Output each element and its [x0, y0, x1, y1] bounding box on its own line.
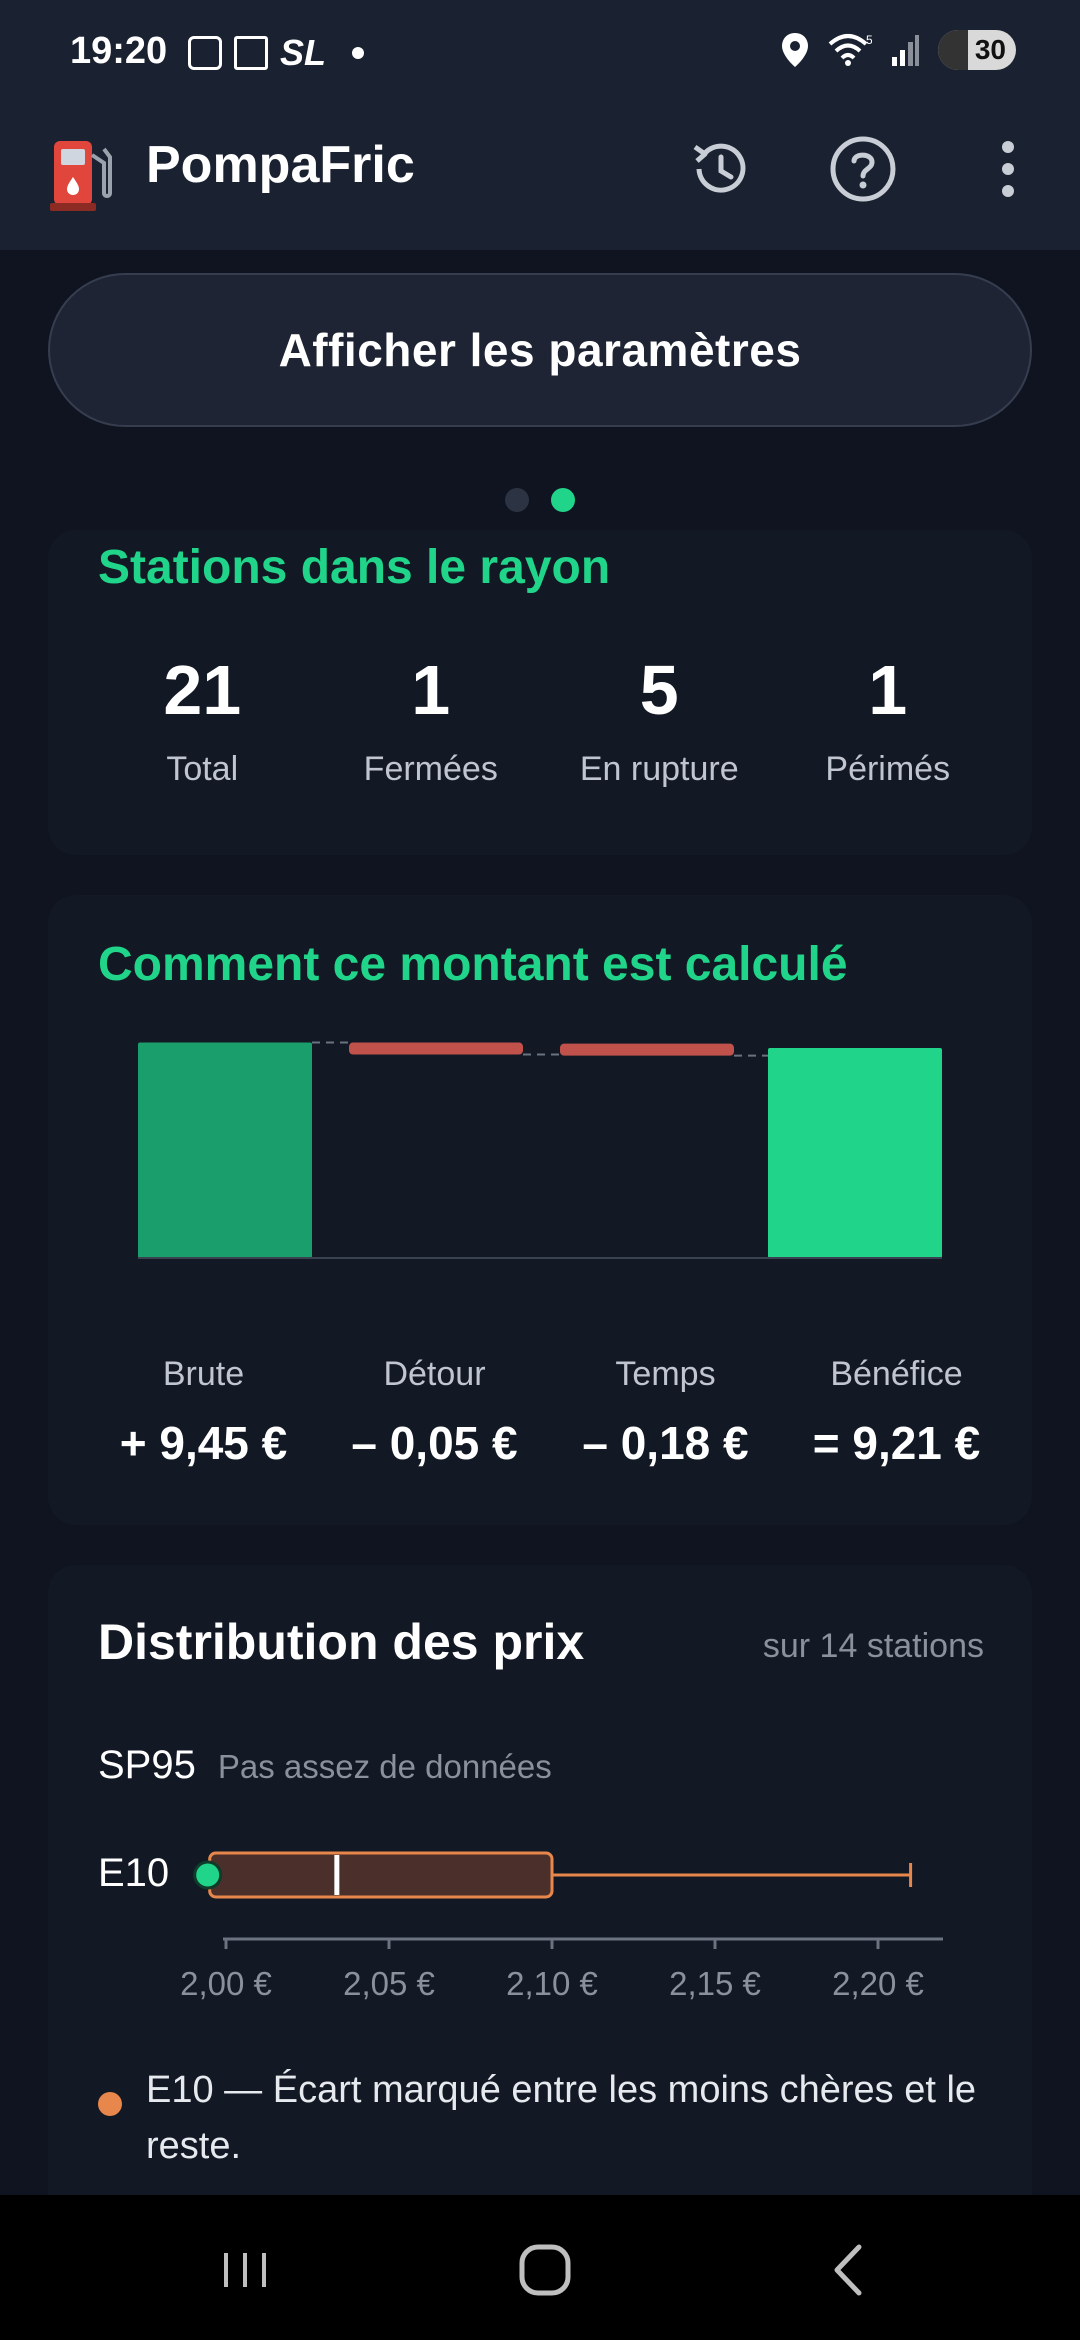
- stat-label: En rupture: [579, 750, 739, 788]
- status-time: 19:20: [70, 30, 168, 72]
- calc-detour: Détour – 0,05 €: [319, 1355, 550, 1470]
- note-text: E10 — Écart marqué entre les moins chère…: [146, 2069, 977, 2167]
- app-title: PompaFric: [146, 136, 415, 194]
- folder-icon: [234, 36, 268, 70]
- battery-icon: 30: [938, 30, 1016, 70]
- fuel-pump-logo-icon: [50, 141, 112, 211]
- note-bullet-icon: [98, 2092, 122, 2116]
- location-icon: [782, 33, 808, 67]
- price-distribution-card: Distribution des prix sur 14 stations SP…: [48, 1565, 1032, 2225]
- calc-name: Bénéfice: [830, 1355, 963, 1393]
- calc-profit: Bénéfice = 9,21 €: [781, 1355, 1012, 1470]
- stat-expired: 1 Périmés: [764, 650, 1033, 789]
- page-dot-1[interactable]: [505, 488, 529, 512]
- stations-stats: 21 Total 1 Fermées 5 En rupture 1 Périmé…: [48, 650, 1032, 789]
- boxplot-box: [208, 1851, 554, 1899]
- calculation-card: Comment ce montant est calculé Brute + 9…: [48, 895, 1032, 1525]
- calc-value: = 9,21 €: [812, 1417, 981, 1469]
- system-nav-bar: [0, 2195, 1080, 2340]
- bar-deduction: [560, 1043, 734, 1056]
- stat-value: 5: [639, 651, 679, 729]
- page-indicator: [0, 488, 1080, 512]
- distribution-note: E10 — Écart marqué entre les moins chère…: [98, 2062, 998, 2174]
- calc-gross: Brute + 9,45 €: [88, 1355, 319, 1470]
- calc-time: Temps – 0,18 €: [550, 1355, 781, 1470]
- stations-card: Stations dans le rayon 21 Total 1 Fermée…: [48, 530, 1032, 855]
- axis-tick-label: 2,15 €: [669, 1965, 761, 2002]
- recents-icon[interactable]: [210, 2235, 280, 2305]
- axis-tick-label: 2,05 €: [343, 1965, 435, 2002]
- back-icon[interactable]: [815, 2235, 885, 2305]
- stat-closed: 1 Fermées: [307, 650, 536, 789]
- carrier-label: SL: [280, 32, 327, 73]
- signal-icon: [892, 35, 919, 66]
- axis-tick-label: 2,20 €: [832, 1965, 924, 2002]
- stat-value: 1: [411, 651, 451, 729]
- stations-card-title: Stations dans le rayon: [98, 541, 611, 594]
- svg-text:5: 5: [866, 33, 872, 47]
- calc-name: Détour: [383, 1355, 486, 1393]
- more-vert-icon[interactable]: [972, 133, 1044, 205]
- page-dot-2-active[interactable]: [551, 488, 575, 512]
- calc-value: + 9,45 €: [119, 1417, 288, 1469]
- bar-deduction: [349, 1042, 523, 1055]
- stat-label: Périmés: [825, 750, 951, 788]
- stat-value: 1: [868, 651, 908, 729]
- e10-boxplot: 2,00 € 2,05 € 2,10 € 2,15 € 2,20 €: [180, 1851, 943, 2002]
- status-bar: 19:20 SL 5 30: [0, 0, 1080, 105]
- calc-name: Brute: [162, 1355, 245, 1393]
- stat-total: 21 Total: [48, 650, 307, 789]
- calc-value: – 0,05 €: [351, 1417, 518, 1469]
- bar-net: [768, 1048, 942, 1258]
- app-bar: PompaFric: [0, 105, 1080, 250]
- wifi-icon: 5: [828, 33, 872, 66]
- screenshot-icon: [188, 36, 222, 70]
- calculation-labels: Brute + 9,45 € Détour – 0,05 € Temps – 0…: [88, 1355, 1012, 1470]
- calc-value: – 0,18 €: [582, 1417, 749, 1469]
- calc-name: Temps: [615, 1355, 716, 1393]
- stat-value: 21: [163, 651, 242, 729]
- stat-out-of-stock: 5 En rupture: [535, 650, 764, 789]
- help-icon[interactable]: [827, 133, 899, 205]
- boxplot-current-price-marker: [193, 1860, 223, 1890]
- stat-label: Fermées: [363, 750, 498, 788]
- status-left-icons: SL: [188, 32, 365, 74]
- home-icon[interactable]: [510, 2235, 580, 2305]
- stat-label: Total: [166, 750, 239, 788]
- bar-gross: [138, 1042, 312, 1258]
- status-right-icons: 5 30: [780, 30, 1016, 70]
- show-settings-button[interactable]: Afficher les paramètres: [48, 273, 1032, 427]
- waterfall-chart: [138, 1041, 942, 1259]
- notification-dot-icon: [352, 47, 365, 59]
- battery-level: 30: [974, 34, 1006, 65]
- axis-tick-label: 2,10 €: [506, 1965, 598, 2002]
- axis-tick-label: 2,00 €: [180, 1965, 272, 2002]
- history-icon[interactable]: [685, 133, 757, 205]
